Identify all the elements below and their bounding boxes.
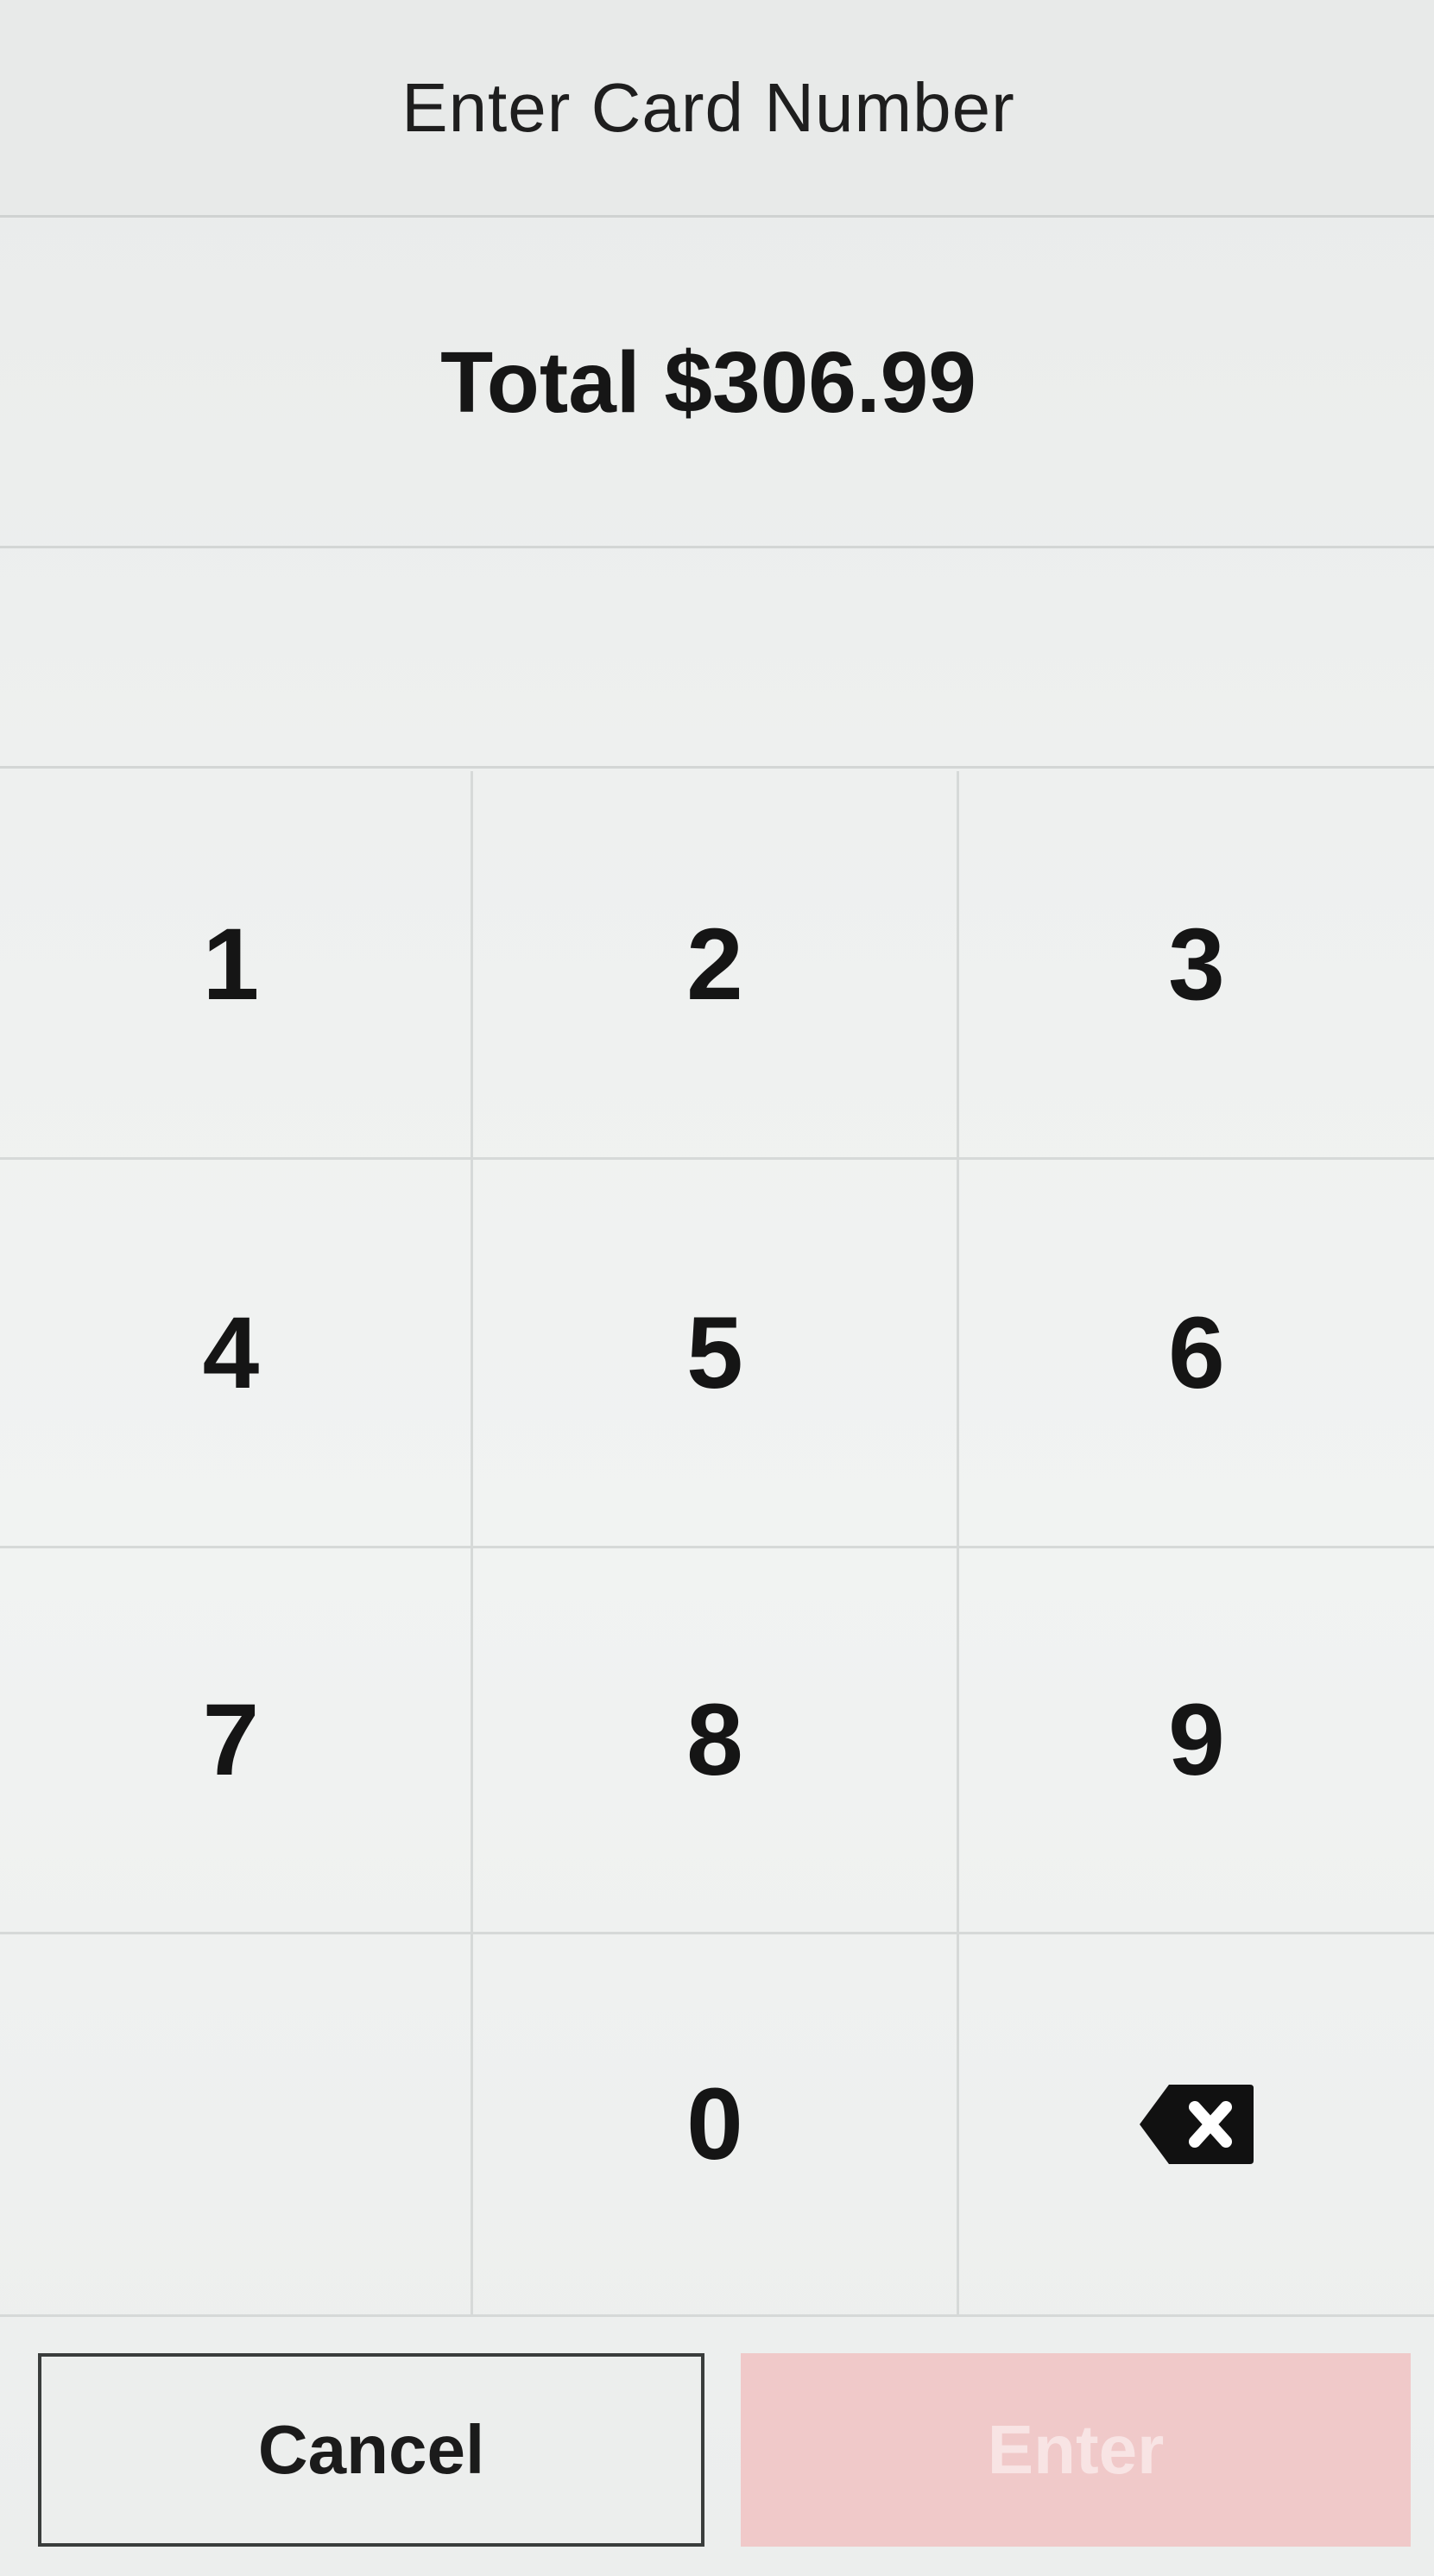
total-amount: Total $306.99: [440, 334, 976, 431]
key-0-label: 0: [686, 2067, 743, 2181]
action-bar: Cancel Enter: [0, 2317, 1434, 2576]
key-blank: [0, 1934, 473, 2317]
key-7-label: 7: [202, 1683, 260, 1797]
enter-button[interactable]: Enter: [741, 2353, 1411, 2547]
card-entry-screen: Enter Card Number Total $306.99 1 2 3 4 …: [0, 0, 1434, 2576]
page-title: Enter Card Number: [401, 68, 1015, 146]
key-5[interactable]: 5: [473, 1160, 959, 1548]
key-7[interactable]: 7: [0, 1548, 473, 1934]
key-4[interactable]: 4: [0, 1160, 473, 1548]
enter-button-label: Enter: [987, 2411, 1165, 2488]
cancel-button-label: Cancel: [257, 2411, 485, 2488]
key-2[interactable]: 2: [473, 771, 959, 1160]
key-0[interactable]: 0: [473, 1934, 959, 2317]
key-1-label: 1: [202, 907, 260, 1022]
key-1[interactable]: 1: [0, 771, 473, 1160]
key-6-label: 6: [1168, 1295, 1225, 1410]
key-6[interactable]: 6: [959, 1160, 1434, 1548]
cancel-button[interactable]: Cancel: [38, 2353, 704, 2547]
key-8[interactable]: 8: [473, 1548, 959, 1934]
key-3[interactable]: 3: [959, 771, 1434, 1160]
header-bar: Enter Card Number: [0, 0, 1434, 218]
key-4-label: 4: [202, 1295, 260, 1410]
key-9-label: 9: [1168, 1683, 1225, 1797]
total-panel: Total $306.99: [0, 220, 1434, 548]
key-3-label: 3: [1168, 907, 1225, 1022]
key-9[interactable]: 9: [959, 1548, 1434, 1934]
backspace-icon: [1140, 2085, 1254, 2164]
key-2-label: 2: [686, 907, 743, 1022]
card-number-field[interactable]: [0, 551, 1434, 769]
key-5-label: 5: [686, 1295, 743, 1410]
backspace-button[interactable]: [959, 1934, 1434, 2317]
numeric-keypad: 1 2 3 4 5 6 7 8 9 0: [0, 771, 1434, 2317]
key-8-label: 8: [686, 1683, 743, 1797]
